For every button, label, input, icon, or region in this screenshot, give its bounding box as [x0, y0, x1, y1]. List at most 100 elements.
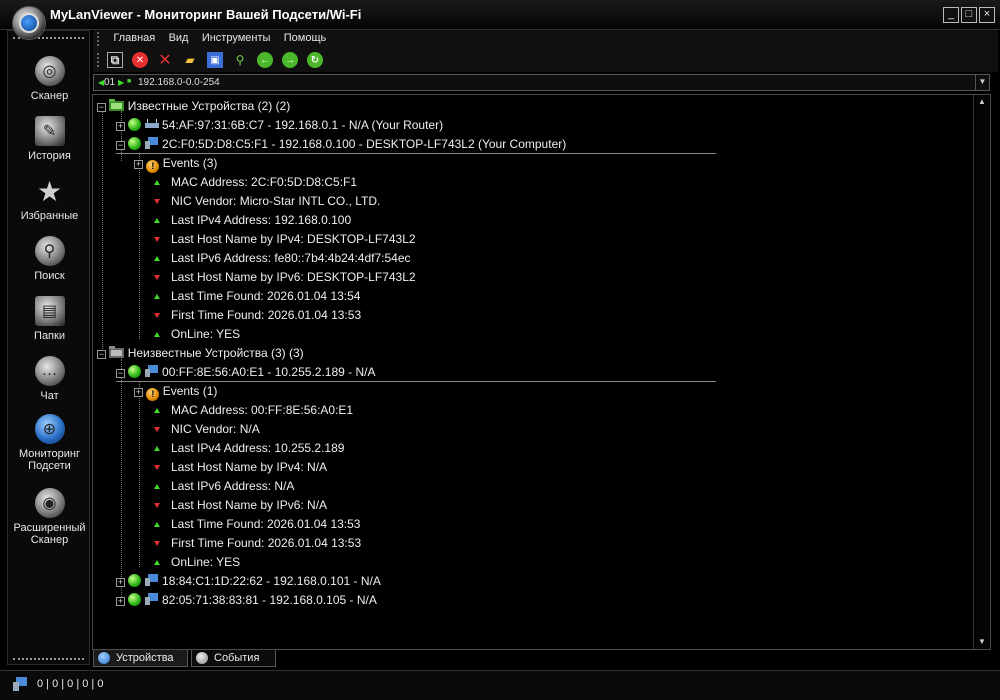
detail-row[interactable]: Last Time Found: 2026.01.04 13:53 — [154, 515, 360, 534]
device-row[interactable]: − 2C:F0:5D:D8:C5:F1 - 192.168.0.100 - DE… — [116, 135, 716, 154]
subnet-address-bar[interactable]: ◀ 01 ▶ ■ 192.168.0-0.0-254 ▼ — [93, 74, 990, 91]
sidebar-item-label: Чат — [40, 390, 59, 402]
tree-scrollbar[interactable]: ▲ ▼ — [973, 95, 989, 649]
expand-icon[interactable]: + — [116, 597, 125, 606]
sidebar-item-history[interactable]: ✎ История — [8, 116, 91, 162]
detail-row[interactable]: Last IPv4 Address: 10.255.2.189 — [154, 439, 344, 458]
sidebar-item-folders[interactable]: ▤ Папки — [8, 296, 91, 342]
arrow-up-icon — [154, 218, 160, 223]
radar-icon: ◎ — [34, 56, 65, 86]
device-label: 00:FF:8E:56:A0:E1 - 10.255.2.189 - N/A — [162, 365, 376, 379]
save-icon[interactable]: ▣ — [207, 52, 223, 68]
collapse-icon[interactable]: − — [116, 141, 125, 150]
expand-icon[interactable]: + — [134, 160, 143, 169]
detail-row[interactable]: Last Host Name by IPv6: DESKTOP-LF743L2 — [154, 268, 416, 287]
scroll-up-icon[interactable]: ▲ — [974, 95, 990, 109]
tab-events[interactable]: События — [191, 650, 276, 667]
device-row[interactable]: + 54:AF:97:31:6B:C7 - 192.168.0.1 - N/A … — [116, 116, 443, 135]
sidebar-item-label-line1: Мониторинг — [18, 448, 80, 460]
status-bar: 0 | 0 | 0 | 0 | 0 — [0, 670, 1000, 700]
expand-icon[interactable]: + — [116, 578, 125, 587]
menu-item-view[interactable]: Вид — [164, 30, 194, 46]
menu-bar: Главная Вид Инструменты Помощь — [93, 30, 998, 48]
expand-icon[interactable]: + — [116, 122, 125, 131]
nav-right-icon[interactable]: ▶ — [118, 78, 124, 87]
refresh-icon[interactable]: ↻ — [307, 52, 323, 68]
detail-row[interactable]: Last IPv4 Address: 192.168.0.100 — [154, 211, 351, 230]
detail-row[interactable]: Last IPv6 Address: fe80::7b4:4b24:4df7:5… — [154, 249, 411, 268]
warning-icon: ! — [146, 160, 160, 173]
detail-row[interactable]: Last Host Name by IPv6: N/A — [154, 496, 327, 515]
device-row[interactable]: + 82:05:71:38:83:81 - 192.168.0.105 - N/… — [116, 591, 377, 610]
detail-label: Last Time Found: 2026.01.04 13:53 — [171, 517, 361, 531]
find-icon[interactable]: ⚲ — [232, 52, 248, 68]
detail-row[interactable]: OnLine: YES — [154, 325, 240, 344]
detail-row[interactable]: NIC Vendor: N/A — [154, 420, 260, 439]
delete-icon[interactable]: ✕ — [157, 52, 173, 69]
arrow-up-icon — [154, 484, 160, 489]
detail-label: OnLine: YES — [171, 555, 241, 569]
toolbar: ⧉ ✕ ✕ ▰ ▣ ⚲ ← → ↻ — [93, 48, 998, 72]
detail-row[interactable]: MAC Address: 2C:F0:5D:D8:C5:F1 — [154, 173, 357, 192]
arrow-down-icon — [154, 427, 160, 432]
device-tree[interactable]: − Известные Устройства (2) (2) + 54:AF:9… — [92, 94, 991, 650]
events-row[interactable]: + ! Events (3) — [134, 154, 217, 173]
group-known-devices[interactable]: − Известные Устройства (2) (2) — [97, 97, 290, 116]
expand-icon[interactable]: + — [134, 388, 143, 397]
minimize-button[interactable]: _ — [943, 7, 959, 23]
maximize-button[interactable]: □ — [961, 7, 977, 23]
device-label: 18:84:C1:1D:22:62 - 192.168.0.101 - N/A — [162, 574, 381, 588]
detail-label: Last Host Name by IPv6: DESKTOP-LF743L2 — [171, 270, 416, 284]
detail-row[interactable]: NIC Vendor: Micro-Star INTL CO., LTD. — [154, 192, 380, 211]
collapse-icon[interactable]: − — [116, 369, 125, 378]
tab-label: События — [214, 652, 260, 664]
detail-row[interactable]: Last Host Name by IPv4: DESKTOP-LF743L2 — [154, 230, 416, 249]
arrow-down-icon — [154, 237, 160, 242]
back-icon[interactable]: ← — [257, 52, 273, 68]
sidebar-item-favorites[interactable]: ★ Избранные — [8, 176, 91, 223]
sidebar-item-subnet-monitor[interactable]: ⊕ Мониторинг Подсети — [8, 414, 91, 472]
detail-label: NIC Vendor: Micro-Star INTL CO., LTD. — [171, 194, 381, 208]
history-icon: ✎ — [34, 116, 65, 146]
events-row[interactable]: + ! Events (1) — [134, 382, 217, 401]
detail-row[interactable]: First Time Found: 2026.01.04 13:53 — [154, 534, 361, 553]
sidebar-item-scanner[interactable]: ◎ Сканер — [8, 56, 91, 102]
arrow-down-icon — [154, 541, 160, 546]
detail-row[interactable]: Last IPv6 Address: N/A — [154, 477, 294, 496]
detail-row[interactable]: MAC Address: 00:FF:8E:56:A0:E1 — [154, 401, 353, 420]
subnet-monitor-icon: ⊕ — [34, 414, 65, 444]
collapse-icon[interactable]: − — [97, 103, 106, 112]
menu-item-tools[interactable]: Инструменты — [197, 30, 276, 46]
sidebar-item-chat[interactable]: … Чат — [8, 356, 91, 402]
open-folder-icon[interactable]: ▰ — [182, 52, 198, 68]
group-unknown-devices[interactable]: − Неизвестные Устройства (3) (3) — [97, 344, 304, 363]
menu-item-help[interactable]: Помощь — [279, 30, 332, 46]
detail-row[interactable]: Last Host Name by IPv4: N/A — [154, 458, 327, 477]
sidebar-item-advanced-scanner[interactable]: ◉ Расширенный Сканер — [8, 488, 91, 546]
close-button[interactable]: × — [979, 7, 995, 23]
dropdown-icon[interactable]: ▼ — [975, 75, 989, 90]
device-row[interactable]: + 18:84:C1:1D:22:62 - 192.168.0.101 - N/… — [116, 572, 381, 591]
tab-devices[interactable]: Устройства — [93, 650, 188, 667]
detail-row[interactable]: OnLine: YES — [154, 553, 240, 572]
folders-icon: ▤ — [34, 296, 65, 326]
collapse-icon[interactable]: − — [97, 350, 106, 359]
app-logo-icon[interactable] — [12, 6, 46, 40]
device-row[interactable]: − 00:FF:8E:56:A0:E1 - 10.255.2.189 - N/A — [116, 363, 716, 382]
window-title: MyLanViewer - Мониторинг Вашей Подсети/W… — [50, 7, 362, 22]
detail-row[interactable]: First Time Found: 2026.01.04 13:53 — [154, 306, 361, 325]
stop-icon[interactable]: ✕ — [132, 52, 148, 68]
sidebar-item-label-line2: Сканер — [30, 534, 69, 546]
scroll-down-icon[interactable]: ▼ — [974, 635, 990, 649]
forward-icon[interactable]: → — [282, 52, 298, 68]
sidebar-bottom-divider — [13, 658, 84, 660]
computer-icon — [144, 593, 158, 605]
detail-row[interactable]: Last Time Found: 2026.01.04 13:54 — [154, 287, 360, 306]
detail-label: Last IPv6 Address: fe80::7b4:4b24:4df7:5… — [171, 251, 411, 265]
menu-item-main[interactable]: Главная — [108, 30, 160, 46]
menu-grip — [97, 32, 101, 46]
copy-icon[interactable]: ⧉ — [107, 52, 123, 68]
arrow-up-icon — [154, 446, 160, 451]
sidebar-item-search[interactable]: ⚲ Поиск — [8, 236, 91, 282]
online-status-icon — [128, 593, 142, 606]
